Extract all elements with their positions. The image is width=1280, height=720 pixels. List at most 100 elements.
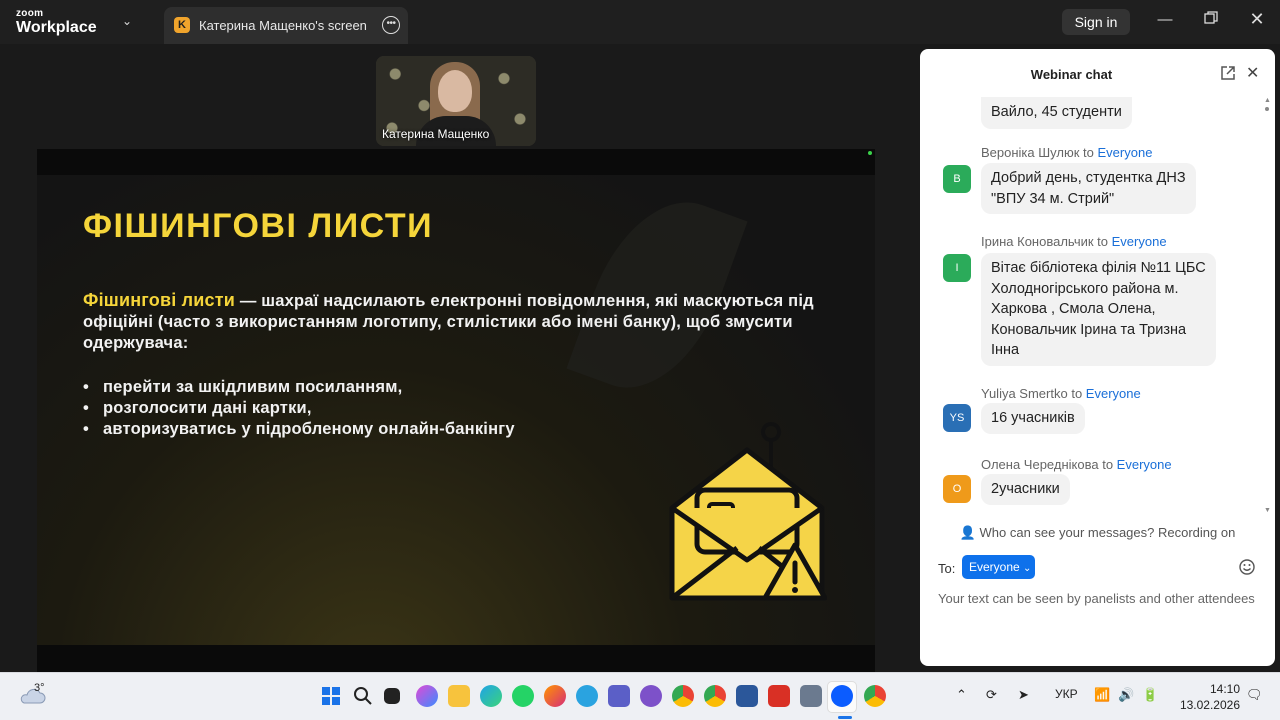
- message-line: "ВПУ 34 м. Стрий": [991, 190, 1115, 207]
- send-icon[interactable]: ➤: [1018, 687, 1029, 703]
- zoom-workplace-logo[interactable]: zoom Workplace: [16, 9, 97, 36]
- tab-screen-share[interactable]: K Катерина Мащенко's screen •••: [164, 7, 408, 44]
- teams-icon[interactable]: [608, 685, 630, 707]
- message-bubble: 16 учасників: [981, 403, 1085, 434]
- sender-to: to: [1102, 457, 1114, 472]
- message-sender: Олена Череднікова to Everyone: [981, 457, 1172, 472]
- slide-bullet: розголосити дані картки,: [83, 398, 515, 419]
- message-bubble: 2учасники: [981, 474, 1070, 505]
- battery-icon[interactable]: 🔋: [1142, 687, 1158, 703]
- chevron-down-icon[interactable]: ⌄: [122, 14, 132, 28]
- chevron-up-icon[interactable]: ⌃: [956, 687, 967, 703]
- wifi-icon[interactable]: 📶: [1094, 687, 1110, 703]
- message-bubble: Вітає бібліотека філія №11 ЦБС Холодногі…: [981, 253, 1216, 366]
- weather-temp: 3°: [34, 682, 45, 694]
- clock-date: 13.02.2026: [1179, 698, 1240, 712]
- title-bar: zoom Workplace ⌄ K Катерина Мащенко's sc…: [0, 0, 1280, 44]
- scroll-up-icon[interactable]: ▲: [1264, 97, 1271, 104]
- more-options-icon[interactable]: •••: [382, 16, 400, 34]
- shared-slide: ФІШИНГОВІ ЛИСТИ Фішингові листи — шахраї…: [37, 175, 875, 645]
- chat-header: Webinar chat ✕: [920, 49, 1275, 97]
- avatar: І: [943, 254, 971, 282]
- message-line: Харкова , Смола Олена,: [991, 301, 1156, 317]
- share-indicator-dot: [868, 151, 872, 155]
- chat-message-list[interactable]: Вайло, 45 студенти Вероніка Шулюк to Eve…: [920, 97, 1275, 517]
- to-label: To:: [938, 561, 956, 576]
- zoom-window: zoom Workplace ⌄ K Катерина Мащенко's sc…: [0, 0, 1280, 672]
- maximize-icon[interactable]: [1201, 11, 1221, 29]
- brand-top: zoom: [16, 8, 44, 19]
- tab-title: Катерина Мащенко's screen: [199, 18, 367, 33]
- participant-name: Катерина Мащенко: [382, 127, 490, 141]
- zoom-icon[interactable]: [831, 685, 853, 707]
- message-line: 2учасники: [991, 481, 1060, 497]
- chat-scrollbar[interactable]: ▲ ▼: [1264, 97, 1271, 519]
- telegram-icon[interactable]: [576, 685, 598, 707]
- privacy-notice[interactable]: 👤 Who can see your messages? Recording o…: [920, 525, 1275, 541]
- viber-icon[interactable]: [640, 685, 662, 707]
- firefox-icon[interactable]: [544, 685, 566, 707]
- sender-target[interactable]: Everyone: [1086, 386, 1141, 401]
- message-bubble: Вайло, 45 студенти: [981, 97, 1132, 129]
- pop-out-icon[interactable]: [1220, 65, 1236, 81]
- privacy-notice-text: Who can see your messages? Recording on: [979, 525, 1236, 540]
- task-view-icon[interactable]: [384, 688, 400, 704]
- clock[interactable]: 14:10 13.02.2026: [1178, 681, 1240, 713]
- sender-name: Yuliya Smertko: [981, 386, 1068, 401]
- message-bubble: Добрий день, студентка ДНЗ "ВПУ 34 м. Ст…: [981, 163, 1196, 214]
- brand-bottom: Workplace: [16, 19, 97, 36]
- slide-bullet: перейти за шкідливим посиланням,: [83, 377, 515, 398]
- phishing-envelope-icon: [669, 422, 827, 601]
- person-info-icon: 👤: [959, 525, 976, 540]
- volume-icon[interactable]: 🔊: [1118, 687, 1134, 703]
- avatar: YS: [943, 404, 971, 432]
- chrome-alt-icon[interactable]: [864, 685, 886, 707]
- recipient-value: Everyone: [969, 560, 1020, 574]
- message-line: Вітає бібліотека філія №11 ЦБС: [991, 260, 1206, 276]
- whatsapp-icon[interactable]: [512, 685, 534, 707]
- copilot-icon[interactable]: [416, 685, 438, 707]
- pdf-reader-icon[interactable]: [768, 685, 790, 707]
- file-explorer-icon[interactable]: [448, 685, 470, 707]
- sender-target[interactable]: Everyone: [1112, 234, 1167, 249]
- slide-bullet: авторизуватись у підробленому онлайн-бан…: [83, 419, 515, 440]
- sender-to: to: [1097, 234, 1109, 249]
- sender-name: Олена Череднікова: [981, 457, 1099, 472]
- close-icon[interactable]: ✕: [1246, 63, 1259, 83]
- message-sender: Yuliya Smertko to Everyone: [981, 386, 1141, 401]
- clock-time: 14:10: [1209, 682, 1240, 696]
- chrome-profile-icon[interactable]: [704, 685, 726, 707]
- minimize-icon[interactable]: —: [1155, 11, 1175, 28]
- avatar: О: [943, 475, 971, 503]
- message-line: 16 учасників: [991, 410, 1075, 426]
- recipient-dropdown[interactable]: Everyone ⌄: [962, 555, 1035, 579]
- search-icon[interactable]: [352, 685, 374, 707]
- sender-target[interactable]: Everyone: [1117, 457, 1172, 472]
- message-sender: Ірина Коновальчик to Everyone: [981, 234, 1167, 249]
- language-indicator[interactable]: УКР: [1055, 687, 1078, 701]
- chat-compose: To: Everyone ⌄: [920, 543, 1275, 666]
- scroll-down-icon[interactable]: ▼: [1264, 507, 1271, 514]
- tools-icon[interactable]: [800, 685, 822, 707]
- notification-icon[interactable]: 🗨: [1246, 687, 1263, 703]
- chrome-icon[interactable]: [672, 685, 694, 707]
- sync-icon[interactable]: ⟳: [986, 687, 997, 703]
- message-line: Холодногірського района м.: [991, 280, 1179, 297]
- close-window-icon[interactable]: ✕: [1247, 9, 1267, 30]
- emoji-icon[interactable]: [1238, 558, 1256, 576]
- message-line: Добрий день, студентка ДНЗ: [991, 170, 1186, 186]
- chat-message-input[interactable]: [938, 587, 1258, 609]
- scroll-thumb[interactable]: [1265, 107, 1269, 111]
- slide-body-highlight: Фішингові листи: [83, 290, 236, 310]
- slide-body: Фішингові листи — шахраї надсилають елек…: [83, 290, 823, 354]
- participant-video[interactable]: Катерина Мащенко: [376, 56, 536, 146]
- sender-target[interactable]: Everyone: [1098, 145, 1153, 160]
- sign-in-button[interactable]: Sign in: [1062, 9, 1130, 35]
- message-line: Коновальчик Ірина та Тризна: [991, 321, 1187, 338]
- avatar: В: [943, 165, 971, 193]
- word-icon[interactable]: [736, 685, 758, 707]
- windows-start-icon[interactable]: [320, 685, 342, 707]
- slide-bullet-list: перейти за шкідливим посиланням, розголо…: [83, 377, 515, 440]
- edge-icon[interactable]: [480, 685, 502, 707]
- slide-title: ФІШИНГОВІ ЛИСТИ: [83, 207, 434, 245]
